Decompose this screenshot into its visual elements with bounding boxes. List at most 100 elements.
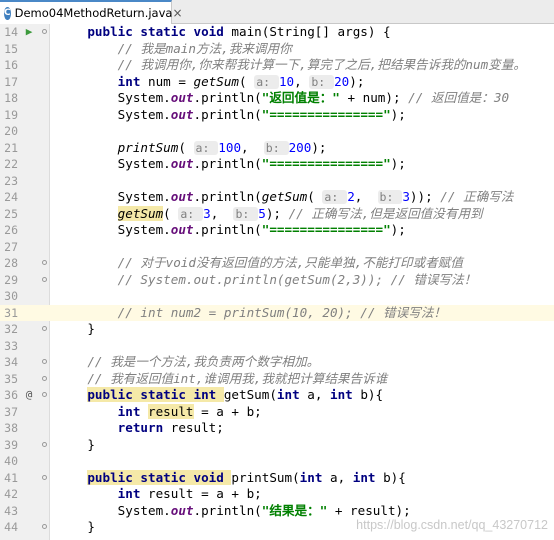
code-text: // System.out.println(getSum(2,3)); // 错… [57, 271, 477, 289]
code-token: , [210, 205, 234, 221]
fold-marker-icon[interactable] [41, 474, 49, 482]
code-token: "===============" [261, 106, 391, 122]
code-token: int [330, 387, 361, 402]
code-token: // 我是 [117, 40, 166, 56]
code-line[interactable]: 20 [0, 123, 554, 140]
run-icon[interactable]: ▶ [22, 24, 36, 41]
code-line[interactable]: 14 ▶ public static void main(String[] arg… [0, 24, 554, 41]
code-token: // 返回值是：30 [408, 90, 510, 105]
code-line[interactable]: 22 System.out.println("===============")… [0, 156, 554, 173]
tab-demo04-method-return[interactable]: C Demo04MethodReturn.java × [0, 0, 183, 24]
code-line[interactable]: 37 int result = a + b; [0, 403, 554, 421]
code-line[interactable]: 18 System.out.println("返回值是：" + num); //… [0, 90, 554, 107]
code-line[interactable]: 43 System.out.println("结果是：" + result); [0, 503, 554, 520]
code-token: int [173, 370, 196, 386]
code-token: out [170, 90, 194, 105]
fold-marker-icon[interactable] [41, 375, 49, 383]
code-line[interactable]: 16 // 我调用你,你来帮我计算一下,算完了之后,把结果告诉我的num变量。 [0, 57, 554, 74]
code-token: printSum [117, 139, 179, 155]
code-token: getSum( [223, 387, 277, 402]
code-token: .println( [193, 222, 262, 237]
override-icon[interactable]: @ [22, 387, 36, 404]
code-token: 20 [334, 73, 350, 89]
code-token: System. [117, 502, 171, 518]
code-line[interactable]: 39 } [0, 437, 554, 454]
code-text: // 我调用你,你来帮我计算一下,算完了之后,把结果告诉我的num变量。 [57, 57, 526, 74]
code-text: System.out.println("==============="); [57, 156, 406, 173]
code-line[interactable]: 30 [0, 288, 554, 305]
code-line[interactable]: 23 [0, 173, 554, 190]
code-text: // 对于void没有返回值的方法,只能单独,不能打印或者赋值 [57, 255, 463, 272]
watermark: https://blog.csdn.net/qq_43270712 [356, 518, 548, 532]
code-line[interactable]: 41 public static void printSum(int a, in… [0, 469, 554, 487]
code-line[interactable]: 28 // 对于void没有返回值的方法,只能单独,不能打印或者赋值 [0, 255, 554, 272]
code-token: 5 [258, 205, 266, 221]
code-line[interactable]: 17 int num = getSum( a: 10, b: 20); [0, 74, 554, 91]
fold-marker-icon[interactable] [41, 276, 49, 284]
fold-marker-icon[interactable] [41, 325, 49, 333]
fold-marker-icon[interactable] [41, 391, 49, 399]
code-token: ); [390, 222, 406, 237]
code-line[interactable]: 26 System.out.println("===============")… [0, 222, 554, 239]
code-token: , [294, 73, 310, 89]
line-number: 15 [4, 41, 18, 56]
code-token: main [165, 40, 196, 56]
code-line[interactable]: 31 // int num2 = printSum(10, 20); // 错误… [0, 304, 554, 322]
code-line[interactable]: 36 @ public static int getSum(int a, int … [0, 387, 554, 404]
line-number: 28 [4, 256, 18, 270]
code-token: result = a + b; [148, 486, 262, 501]
code-line[interactable]: 40 [0, 453, 554, 470]
code-text: System.out.println("==============="); [57, 222, 406, 239]
code-token: a, [330, 469, 353, 485]
java-class-icon: C [4, 6, 11, 20]
code-token: 2 [347, 189, 355, 204]
tab-title: Demo04MethodReturn.java [14, 6, 173, 20]
code-token: , [354, 189, 378, 204]
fold-marker-icon[interactable] [41, 259, 49, 267]
code-token: b: [263, 140, 289, 155]
code-token: 变量。 [488, 57, 526, 72]
code-line[interactable]: 33 [0, 338, 554, 355]
code-token: out [170, 189, 194, 204]
fold-marker-icon[interactable] [41, 441, 49, 449]
fold-marker-icon[interactable] [41, 28, 49, 36]
line-number: 37 [4, 404, 18, 419]
line-number: 25 [4, 206, 18, 221]
code-line[interactable]: 25 getSum( a: 3, b: 5); // 正确写法,但是返回值没有用… [0, 205, 554, 223]
code-token: int [117, 73, 149, 89]
code-text: } [57, 519, 95, 536]
fold-marker-icon[interactable] [41, 358, 49, 366]
line-number: 36 [4, 388, 18, 402]
code-token: // 我是一个方法,我负责两个数字相加。 [87, 354, 320, 369]
code-token: result [148, 403, 194, 419]
line-number: 20 [4, 124, 18, 138]
code-line[interactable]: 32 } [0, 321, 554, 338]
code-line[interactable]: 35 // 我有返回值int,谁调用我,我就把计算结果告诉谁 [0, 371, 554, 388]
code-line[interactable]: 27 [0, 239, 554, 256]
code-token: b: [377, 190, 403, 204]
code-token: // System.out.println(getSum(2,3)); // 错… [117, 271, 477, 287]
code-text: public static void printSum(int a, int b… [57, 469, 406, 487]
code-line[interactable]: 21 printSum( a: 100, b: 200); [0, 140, 554, 157]
code-token: = a + b; [193, 403, 262, 419]
code-line[interactable]: 29 // System.out.println(getSum(2,3)); /… [0, 272, 554, 289]
code-token: b: [309, 74, 335, 89]
code-line[interactable]: 24 System.out.println(getSum( a: 2, b: 3… [0, 189, 554, 206]
code-token: ( [163, 205, 179, 221]
code-line[interactable]: 42 int result = a + b; [0, 486, 554, 503]
code-line[interactable]: 38 return result; [0, 420, 554, 437]
code-token: return [117, 420, 171, 435]
code-line[interactable]: 34 // 我是一个方法,我负责两个数字相加。 [0, 354, 554, 371]
code-token: b: [233, 206, 259, 221]
code-line[interactable]: 15 // 我是main方法,我来调用你 [0, 41, 554, 58]
code-text: // int num2 = printSum(10, 20); // 错误写法！ [57, 305, 446, 322]
fold-marker-icon[interactable] [41, 523, 49, 531]
code-line[interactable]: 19 System.out.println("===============")… [0, 107, 554, 124]
close-icon[interactable]: × [172, 6, 182, 20]
